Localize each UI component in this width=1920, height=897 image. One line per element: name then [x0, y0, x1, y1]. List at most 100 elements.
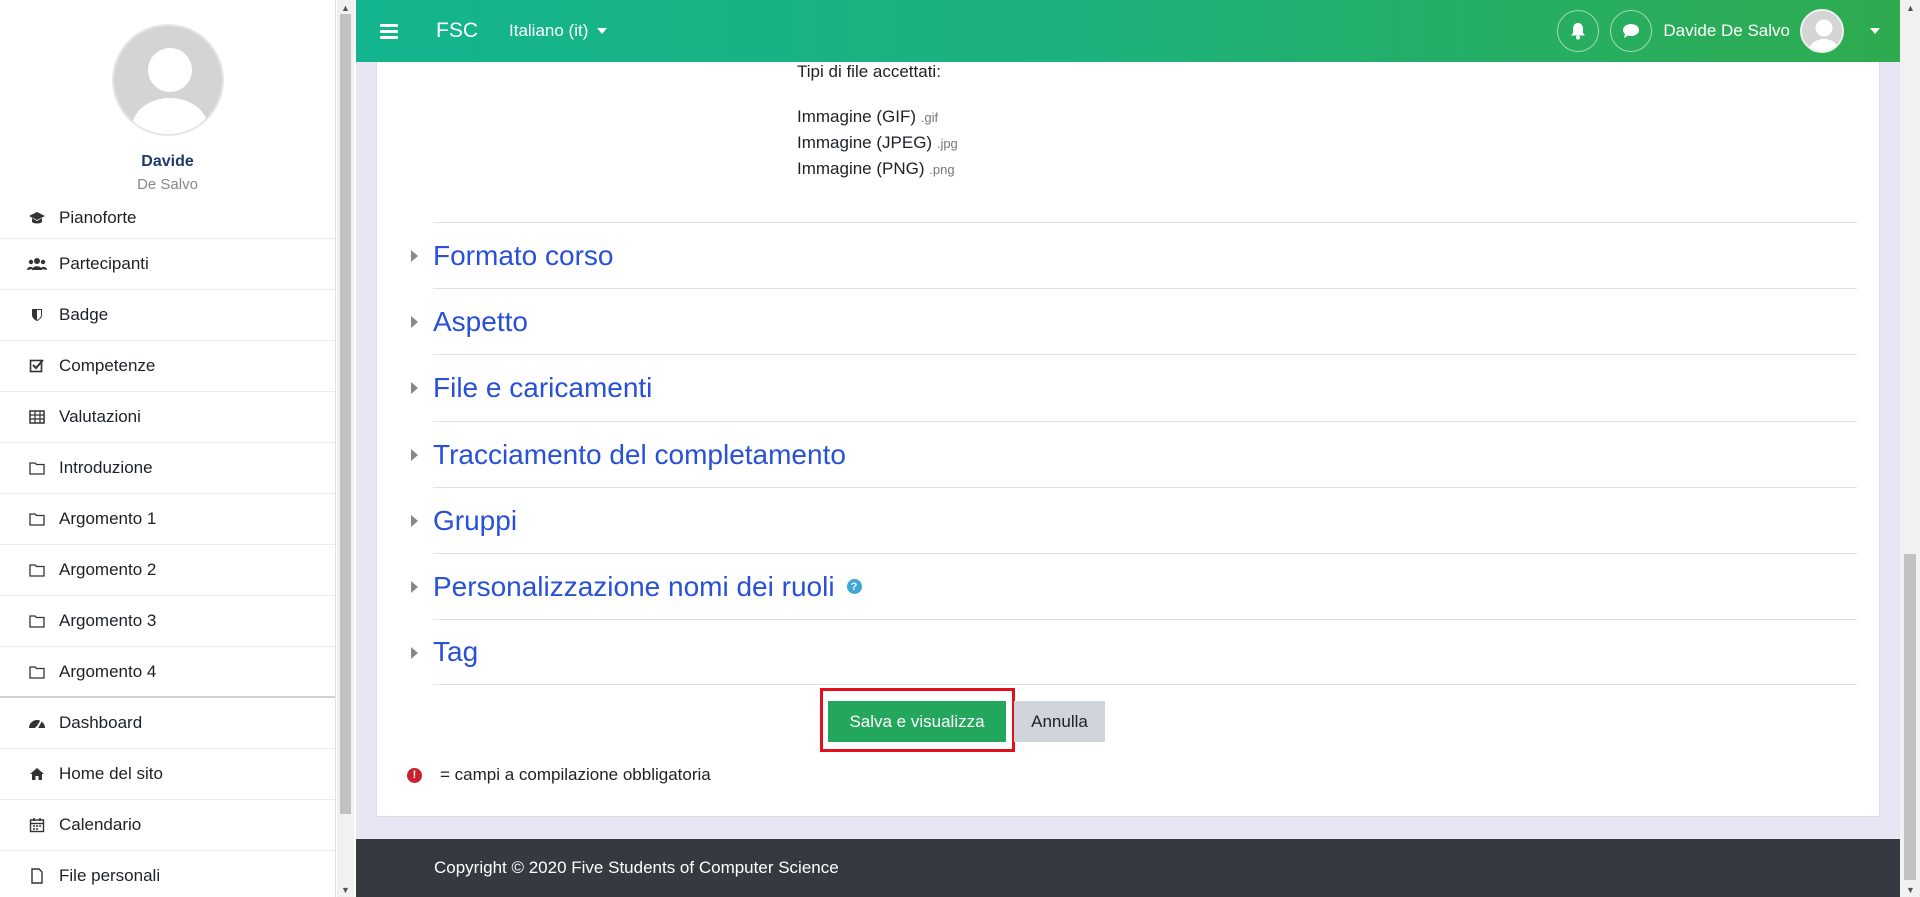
sidebar-item-label: Partecipanti	[59, 254, 149, 273]
home-icon	[26, 765, 48, 783]
notifications-button[interactable]	[1557, 10, 1600, 52]
course-settings-card: Tipi di file accettati: Immagine (GIF) .…	[376, 62, 1880, 817]
file-type-item: Immagine (PNG) .png	[797, 159, 955, 179]
sidebar: Davide De Salvo Pianoforte Partecipanti …	[0, 0, 336, 897]
caret-down-icon	[597, 28, 608, 34]
expand-triangle-icon	[411, 250, 418, 262]
messages-button[interactable]	[1610, 10, 1653, 52]
footer-copyright: Copyright © 2020 Five Students of Comput…	[434, 858, 839, 877]
sidebar-item-argomento-4[interactable]: Argomento 4	[0, 647, 335, 698]
help-icon[interactable]: ?	[846, 579, 862, 594]
expand-triangle-icon	[411, 449, 418, 461]
language-selector[interactable]: Italiano (it)	[509, 21, 608, 41]
sidebar-scrollbar-thumb[interactable]	[340, 14, 351, 814]
scroll-up-arrow-icon[interactable]: ▲	[1902, 2, 1919, 14]
section-gruppi[interactable]: Gruppi	[411, 487, 1857, 553]
section-title[interactable]: Aspetto	[433, 306, 528, 338]
footer: Copyright © 2020 Five Students of Comput…	[356, 839, 1900, 897]
cancel-button[interactable]: Annulla	[1014, 701, 1105, 742]
check-square-icon	[26, 357, 48, 375]
file-type-name: Immagine (GIF)	[797, 107, 917, 126]
scroll-down-arrow-icon[interactable]: ▼	[1902, 884, 1919, 896]
sidebar-item-label: Argomento 3	[59, 611, 157, 630]
section-title[interactable]: Tag	[433, 636, 478, 668]
file-type-item: Immagine (GIF) .gif	[797, 107, 938, 127]
section-tag[interactable]: Tag	[411, 619, 1857, 685]
shield-icon	[26, 306, 48, 324]
language-label: Italiano (it)	[509, 21, 589, 40]
sidebar-item-label: Dashboard	[59, 713, 143, 732]
sidebar-item-badge[interactable]: Badge	[0, 290, 335, 341]
file-type-item: Immagine (JPEG) .jpg	[797, 133, 958, 153]
section-tracciamento-completamento[interactable]: Tracciamento del completamento	[411, 421, 1857, 487]
section-personalizzazione-ruoli[interactable]: Personalizzazione nomi dei ruoli ?	[411, 553, 1857, 619]
scroll-up-arrow-icon[interactable]: ▲	[337, 2, 354, 14]
users-icon	[26, 255, 48, 273]
folder-icon	[26, 612, 48, 630]
sidebar-scrollbar[interactable]: ▲ ▼	[337, 0, 354, 897]
table-icon	[26, 408, 48, 426]
sidebar-item-partecipanti[interactable]: Partecipanti	[0, 239, 335, 290]
sidebar-item-label: Argomento 1	[59, 509, 157, 528]
sidebar-item-label: Calendario	[59, 815, 142, 834]
expand-triangle-icon	[411, 515, 418, 527]
expand-triangle-icon	[411, 647, 418, 659]
expand-triangle-icon	[411, 316, 418, 328]
section-title[interactable]: Tracciamento del completamento	[433, 439, 846, 471]
navbar-right: Davide De Salvo	[1546, 9, 1880, 53]
sidebar-item-introduzione[interactable]: Introduzione	[0, 443, 335, 494]
user-silhouette-icon	[131, 48, 208, 134]
expand-triangle-icon	[411, 382, 418, 394]
section-file-e-caricamenti[interactable]: File e caricamenti	[411, 354, 1857, 420]
folder-icon	[26, 561, 48, 579]
sidebar-item-argomento-1[interactable]: Argomento 1	[0, 494, 335, 545]
sidebar-item-label: Pianoforte	[59, 207, 137, 227]
section-formato-corso[interactable]: Formato corso	[411, 222, 1857, 288]
sidebar-item-label: Competenze	[59, 356, 156, 375]
file-type-name: Immagine (JPEG)	[797, 133, 933, 152]
sidebar-item-label: Valutazioni	[59, 407, 141, 426]
sidebar-item-dashboard[interactable]: Dashboard	[0, 698, 335, 749]
file-type-ext: .jpg	[936, 136, 958, 151]
sidebar-item-calendario[interactable]: Calendario	[0, 800, 335, 851]
user-menu-caret-icon[interactable]	[1870, 28, 1880, 34]
main-scrollbar[interactable]: ▲ ▼	[1900, 0, 1920, 897]
sidebar-item-home[interactable]: Home del sito	[0, 749, 335, 800]
bell-icon	[1571, 23, 1586, 40]
sidebar-item-competenze[interactable]: Competenze	[0, 341, 335, 392]
save-and-view-button[interactable]: Salva e visualizza	[828, 701, 1006, 742]
sidebar-item-label: File personali	[59, 866, 161, 885]
section-aspetto[interactable]: Aspetto	[411, 288, 1857, 354]
top-navbar: FSC Italiano (it) Davide De Salvo	[356, 0, 1900, 62]
sidebar-item-label: Argomento 4	[59, 661, 157, 681]
sidebar-item-argomento-2[interactable]: Argomento 2	[0, 545, 335, 596]
sidebar-item-label: Home del sito	[59, 764, 163, 783]
hamburger-menu-icon[interactable]	[380, 21, 398, 42]
graduation-cap-icon	[26, 209, 48, 227]
main-scrollbar-thumb[interactable]	[1904, 554, 1916, 880]
expand-triangle-icon	[411, 581, 418, 593]
sidebar-item-label: Introduzione	[59, 458, 153, 477]
navbar-user-name[interactable]: Davide De Salvo	[1663, 21, 1790, 41]
scroll-down-arrow-icon[interactable]: ▼	[337, 884, 354, 896]
sidebar-user-last-name: De Salvo	[137, 176, 198, 193]
sidebar-item-argomento-3[interactable]: Argomento 3	[0, 596, 335, 647]
sidebar-item-label: Argomento 2	[59, 560, 157, 579]
sidebar-item-file-personali[interactable]: File personali	[0, 851, 335, 897]
sidebar-item-valutazioni[interactable]: Valutazioni	[0, 392, 335, 443]
calendar-icon	[26, 816, 48, 834]
sidebar-avatar-wrap	[0, 0, 335, 141]
accepted-file-types-label: Tipi di file accettati:	[797, 62, 941, 81]
navbar-avatar[interactable]	[1800, 9, 1844, 53]
user-silhouette-icon	[1809, 19, 1839, 51]
folder-icon	[26, 459, 48, 477]
avatar[interactable]	[111, 24, 224, 136]
required-exclamation-icon: !	[407, 767, 422, 783]
site-brand[interactable]: FSC	[436, 19, 478, 43]
section-title[interactable]: Personalizzazione nomi dei ruoli	[433, 571, 835, 603]
sidebar-item-pianoforte[interactable]: Pianoforte	[0, 197, 335, 239]
section-title[interactable]: Gruppi	[433, 505, 517, 537]
section-title[interactable]: File e caricamenti	[433, 372, 652, 404]
sidebar-item-label: Badge	[59, 305, 109, 324]
section-title[interactable]: Formato corso	[433, 240, 614, 272]
